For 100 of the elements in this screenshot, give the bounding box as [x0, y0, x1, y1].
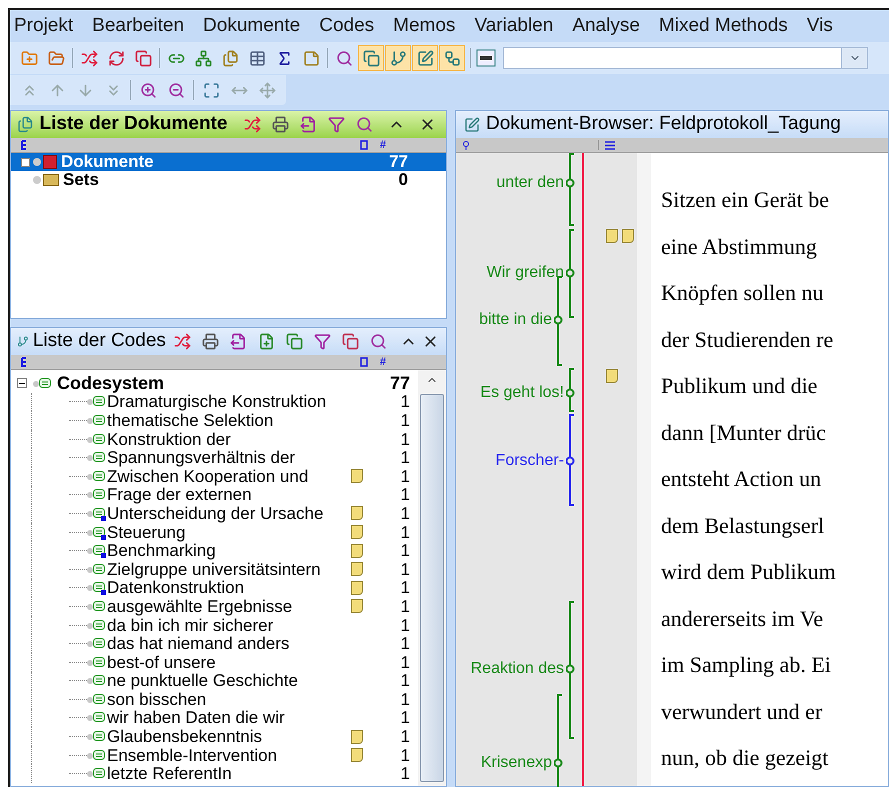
- code-count: 1: [400, 449, 410, 466]
- code-icon: [87, 748, 107, 763]
- code-name[interactable]: best-of unsere: [107, 654, 351, 671]
- code-label[interactable]: Reaktion des: [470, 661, 564, 677]
- code-label[interactable]: bitte in die: [479, 312, 552, 328]
- code-label[interactable]: Wir greifen: [486, 265, 564, 281]
- code-name[interactable]: da bin ich mir sicherer: [107, 616, 351, 634]
- coding-stripe[interactable]: [554, 694, 564, 787]
- code-icon: [87, 412, 107, 428]
- code-count: 1: [400, 709, 410, 726]
- tree-item[interactable]: Sets 0: [11, 171, 446, 189]
- code-label[interactable]: Krisenexp: [480, 755, 552, 771]
- memo-icon: [606, 229, 618, 243]
- memo-icon: [351, 748, 363, 762]
- memo-icon: [622, 229, 634, 243]
- code-name[interactable]: Zielgruppe universitätsintern: [107, 560, 351, 578]
- code-name[interactable]: thematische Selektion: [107, 412, 351, 429]
- code-count: 1: [400, 728, 410, 746]
- memo-icon: [351, 469, 363, 484]
- cabinet-icon: [43, 155, 57, 169]
- code-name[interactable]: wir haben Daten die wir: [107, 709, 351, 726]
- menu-item[interactable]: Mixed Methods: [658, 12, 788, 40]
- scrollbar[interactable]: [418, 370, 446, 786]
- code-label[interactable]: Es geht los!: [480, 385, 564, 401]
- code-count: 1: [400, 560, 410, 578]
- menu-item[interactable]: Memos: [393, 12, 456, 40]
- code-name[interactable]: Ensemble-Intervention: [107, 746, 351, 764]
- count-header: #: [380, 356, 386, 368]
- panel-title: Liste der Dokumente: [40, 112, 228, 136]
- links-icon[interactable]: [439, 45, 465, 71]
- code-label[interactable]: unter den: [496, 175, 564, 191]
- code-icon: [87, 580, 107, 596]
- code-name[interactable]: Benchmarking: [107, 542, 351, 560]
- code-count: 1: [400, 690, 410, 708]
- code-count: 1: [400, 504, 410, 522]
- code-count: 1: [400, 616, 410, 634]
- code-count: 1: [400, 746, 410, 764]
- code-count: 1: [400, 524, 410, 541]
- documents-icon[interactable]: [358, 45, 384, 71]
- code-count: 1: [400, 412, 410, 429]
- search-combo-field[interactable]: [503, 47, 868, 69]
- documents-icon: [17, 116, 34, 133]
- memo-icon: [351, 525, 363, 540]
- code-count: 1: [400, 598, 410, 615]
- document-text-line: dem Belastungserl: [661, 512, 826, 540]
- memo-icon: [606, 369, 618, 383]
- code-count: 1: [400, 486, 410, 504]
- menu-item[interactable]: Dokumente: [203, 12, 300, 40]
- code-name[interactable]: ausgewählte Ergebnisse: [107, 598, 351, 615]
- menu-item[interactable]: Variablen: [474, 12, 554, 40]
- menu-item[interactable]: Projekt: [14, 12, 74, 40]
- memo-icon: [351, 562, 363, 576]
- document-text-line: entsteht Action un: [661, 465, 822, 493]
- code-name[interactable]: Dramaturgische Konstruktion: [107, 393, 351, 410]
- menu-item[interactable]: Bearbeiten: [92, 12, 184, 40]
- code-name[interactable]: Datenkonstruktion: [107, 579, 351, 596]
- code-icon: [87, 543, 107, 558]
- menu-item[interactable]: Codes: [319, 12, 374, 40]
- coding-stripe[interactable]: [566, 414, 576, 506]
- code-name[interactable]: Unterscheidung der Ursache: [107, 504, 351, 522]
- code-count: 1: [400, 765, 410, 782]
- coding-stripe[interactable]: [566, 229, 576, 318]
- code-system-name[interactable]: Codesystem: [57, 374, 390, 392]
- memo-icon: [351, 506, 363, 520]
- coding-stripe[interactable]: [566, 153, 576, 226]
- code-icon: [87, 468, 107, 484]
- code-name[interactable]: Frage der externen: [107, 486, 351, 504]
- collapse-icon[interactable]: [17, 378, 27, 388]
- coding-stripe[interactable]: [566, 368, 576, 412]
- expand-icon[interactable]: [21, 158, 30, 166]
- code-icon: [87, 618, 107, 633]
- code-name[interactable]: ne punktuelle Geschichte: [107, 672, 351, 690]
- document-text-line: im Sampling ab. Ei: [661, 651, 832, 679]
- document-text-line: verwundert und er: [661, 698, 824, 726]
- code-name[interactable]: Konstruktion der: [107, 430, 351, 448]
- code-name[interactable]: son bisschen: [107, 690, 351, 708]
- code-name[interactable]: Zwischen Kooperation und: [107, 468, 351, 485]
- code-name[interactable]: Glaubensbekenntnis: [107, 728, 351, 746]
- document-text-line: wird dem Publikum: [661, 558, 837, 586]
- code-name[interactable]: Spannungsverhältnis der: [107, 449, 351, 466]
- document-text-line: nun, ob die gezeigt: [661, 744, 830, 772]
- pencil-icon[interactable]: [412, 45, 438, 71]
- tree-node-icon: [33, 158, 41, 166]
- code-name[interactable]: Steuerung: [107, 524, 351, 541]
- scrollbar-thumb[interactable]: [420, 394, 444, 782]
- code-name[interactable]: das hat niemand anders: [107, 635, 351, 652]
- menu-item[interactable]: Vis: [806, 12, 833, 40]
- document-text-line: andererseits im Ve: [661, 604, 824, 632]
- pencil-icon: [464, 116, 480, 132]
- panel-title: Dokument-Browser: Feldprotokoll_Tagung: [486, 112, 841, 136]
- coding-stripe[interactable]: [566, 601, 576, 739]
- code-label[interactable]: Forscher-: [496, 453, 564, 469]
- memo-icon: [351, 730, 363, 744]
- code-icon: [87, 654, 107, 670]
- tree-item[interactable]: Dokumente 77: [11, 153, 446, 171]
- code-count: 1: [400, 654, 410, 671]
- code-count: 1: [400, 430, 410, 448]
- briefcase-icon: [43, 174, 59, 186]
- code-name[interactable]: letzte ReferentIn: [107, 765, 351, 782]
- menu-item[interactable]: Analyse: [572, 12, 640, 40]
